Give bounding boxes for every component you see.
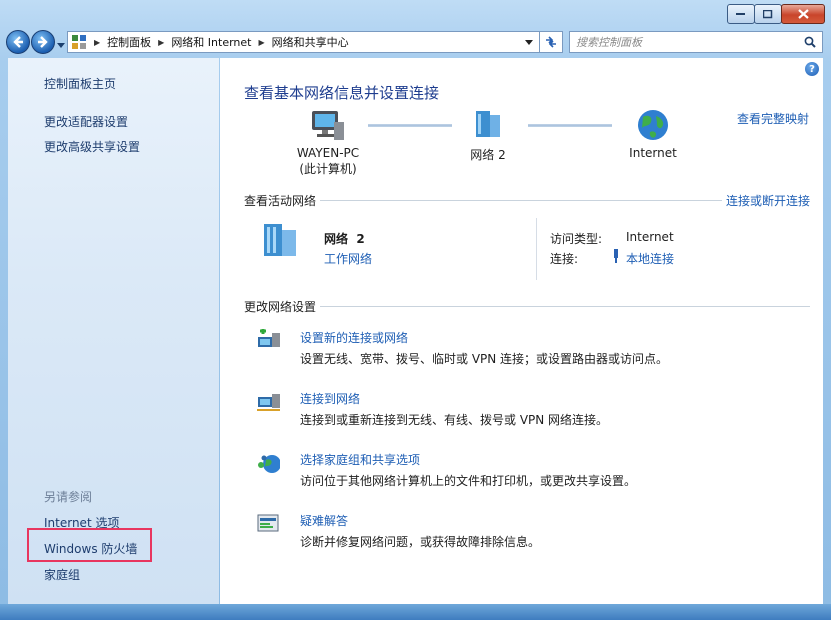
sidebar-item-change-adapter-settings[interactable]: 更改适配器设置 <box>44 113 128 130</box>
vertical-divider <box>536 218 537 280</box>
refresh-button[interactable] <box>539 31 563 53</box>
access-type-label: 访问类型: <box>550 232 603 246</box>
homegroup-link[interactable]: 选择家庭组和共享选项 <box>300 451 420 468</box>
change-settings-section: 更改网络设置 <box>244 298 810 315</box>
forward-arrow-icon <box>38 36 48 48</box>
section-divider <box>244 306 810 307</box>
homegroup-icon <box>258 455 280 473</box>
window-frame: ▶ 控制面板 ▶ 网络和 Internet ▶ 网络和共享中心 控制面板主页 更… <box>0 0 831 620</box>
chevron-down-icon <box>525 40 533 45</box>
help-icon[interactable]: ? <box>805 62 819 76</box>
network-icon <box>476 111 500 137</box>
control-panel-icon <box>68 34 90 50</box>
connect-network-icon <box>257 394 280 411</box>
troubleshoot-link[interactable]: 疑难解答 <box>300 512 348 529</box>
task-setup-connection: 设置新的连接或网络 设置无线、宽带、拨号、临时或 VPN 连接；或设置路由器或访… <box>256 329 816 369</box>
local-connection-link[interactable]: 本地连接 <box>626 250 674 267</box>
task-connect-network: 连接到网络 连接到或重新连接到无线、有线、拨号或 VPN 网络连接。 <box>256 390 816 430</box>
page-title: 查看基本网络信息并设置连接 <box>244 84 440 102</box>
setup-connection-link[interactable]: 设置新的连接或网络 <box>300 329 408 346</box>
sidebar-item-control-panel-home[interactable]: 控制面板主页 <box>44 75 116 92</box>
connect-disconnect-link[interactable]: 连接或断开连接 <box>721 192 810 209</box>
close-button[interactable] <box>781 4 825 24</box>
address-dropdown-button[interactable] <box>525 35 539 49</box>
sidebar-item-change-advanced-sharing[interactable]: 更改高级共享设置 <box>44 138 140 155</box>
troubleshoot-desc: 诊断并修复网络问题，或获得故障排除信息。 <box>300 535 541 549</box>
forward-button[interactable] <box>31 30 55 54</box>
active-networks-section: 查看活动网络 连接或断开连接 <box>244 192 810 209</box>
network-building-icon <box>264 224 296 256</box>
close-icon <box>797 9 809 19</box>
network-location-link[interactable]: 工作网络 <box>324 250 372 267</box>
map-computer-node[interactable]: WAYEN-PC (此计算机) <box>278 108 378 177</box>
ethernet-icon <box>614 249 618 263</box>
search-button[interactable] <box>804 36 822 48</box>
setup-connection-desc: 设置无线、宽带、拨号、临时或 VPN 连接；或设置路由器或访问点。 <box>300 352 669 366</box>
maximize-button[interactable] <box>754 4 782 24</box>
left-task-pane: 控制面板主页 更改适配器设置 更改高级共享设置 另请参阅 Internet 选项… <box>8 58 219 604</box>
minimize-icon <box>736 13 745 15</box>
map-computer-sub: (此计算机) <box>299 162 357 176</box>
search-input[interactable] <box>570 34 798 50</box>
connections-label: 连接: <box>550 252 579 266</box>
active-network-name: 网络 2 <box>324 232 365 246</box>
search-icon <box>804 36 816 48</box>
new-connection-icon <box>258 329 280 347</box>
title-bar <box>0 0 831 28</box>
highlight-box <box>27 528 152 562</box>
breadcrumb-separator-icon: ▶ <box>158 37 165 47</box>
navigation-bar: ▶ 控制面板 ▶ 网络和 Internet ▶ 网络和共享中心 <box>0 28 831 56</box>
connect-network-link[interactable]: 连接到网络 <box>300 390 360 407</box>
breadcrumb-separator-icon: ▶ <box>258 37 265 47</box>
see-also-heading: 另请参阅 <box>44 490 93 504</box>
computer-icon <box>312 111 344 140</box>
back-button[interactable] <box>6 30 30 54</box>
troubleshoot-icon <box>257 514 279 532</box>
map-internet-node[interactable]: Internet <box>603 108 703 160</box>
view-full-map-link[interactable]: 查看完整映射 <box>737 110 809 127</box>
refresh-icon <box>546 36 556 48</box>
active-networks-heading: 查看活动网络 <box>244 192 321 209</box>
map-internet-name: Internet <box>629 146 677 160</box>
search-box <box>569 31 823 53</box>
see-also-homegroup[interactable]: 家庭组 <box>44 566 80 583</box>
minimize-button[interactable] <box>727 4 755 24</box>
task-homegroup: 选择家庭组和共享选项 访问位于其他网络计算机上的文件和打印机，或更改共享设置。 <box>256 451 816 491</box>
back-arrow-icon <box>13 36 23 48</box>
map-link-line <box>528 124 612 127</box>
map-network-name: 网络 2 <box>470 148 506 162</box>
window-controls <box>727 4 825 24</box>
connect-network-desc: 连接到或重新连接到无线、有线、拨号或 VPN 网络连接。 <box>300 413 609 427</box>
access-type-value: Internet <box>626 230 674 244</box>
globe-icon <box>638 110 668 140</box>
chevron-down-icon <box>57 43 65 48</box>
change-settings-heading: 更改网络设置 <box>244 298 321 315</box>
map-computer-name: WAYEN-PC <box>296 146 360 160</box>
main-content: ? 查看基本网络信息并设置连接 查看完整映射 WAYEN-PC (此计算机) 网… <box>220 58 823 604</box>
breadcrumb-control-panel[interactable]: 控制面板 <box>104 34 154 50</box>
map-network-node[interactable]: 网络 2 <box>438 108 538 163</box>
window-bottom-border <box>0 604 831 620</box>
breadcrumb-separator-icon: ▶ <box>94 37 101 47</box>
maximize-icon <box>763 9 773 18</box>
homegroup-desc: 访问位于其他网络计算机上的文件和打印机，或更改共享设置。 <box>300 474 637 488</box>
breadcrumb-network-internet[interactable]: 网络和 Internet <box>168 34 254 50</box>
recent-pages-button[interactable] <box>57 38 65 52</box>
breadcrumb-network-sharing-center[interactable]: 网络和共享中心 <box>269 34 352 50</box>
address-bar[interactable]: ▶ 控制面板 ▶ 网络和 Internet ▶ 网络和共享中心 <box>67 31 540 53</box>
task-troubleshoot: 疑难解答 诊断并修复网络问题，或获得故障排除信息。 <box>256 512 816 552</box>
